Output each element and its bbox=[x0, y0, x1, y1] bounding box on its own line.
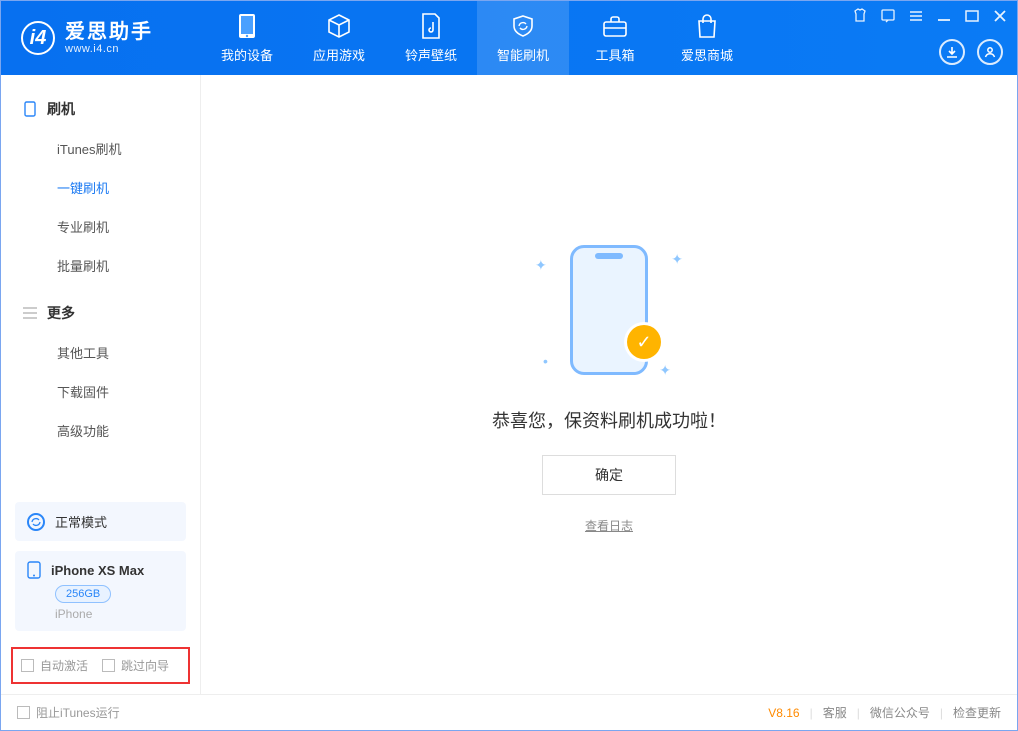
tab-label: 爱思商城 bbox=[681, 45, 733, 64]
tab-store[interactable]: 爱思商城 bbox=[661, 1, 753, 75]
success-message: 恭喜您，保资料刷机成功啦！ bbox=[492, 407, 726, 433]
checkbox-skip-guide[interactable]: 跳过向导 bbox=[102, 657, 169, 674]
music-file-icon bbox=[418, 13, 444, 39]
footer-right: V8.16 | 客服 | 微信公众号 | 检查更新 bbox=[768, 704, 1001, 721]
title-bar: i4 爱思助手 www.i4.cn 我的设备 应用游戏 铃声壁纸 智能刷机 bbox=[1, 1, 1017, 75]
sidebar-item-pro-flash[interactable]: 专业刷机 bbox=[1, 207, 200, 246]
separator: | bbox=[940, 706, 943, 720]
phone-small-icon bbox=[27, 561, 41, 579]
tab-my-device[interactable]: 我的设备 bbox=[201, 1, 293, 75]
header-actions bbox=[939, 39, 1003, 65]
success-check-icon: ✓ bbox=[627, 325, 661, 359]
device-mode-card[interactable]: 正常模式 bbox=[15, 502, 186, 541]
maximize-icon[interactable] bbox=[963, 7, 981, 25]
bag-icon bbox=[694, 13, 720, 39]
device-type: iPhone bbox=[55, 607, 174, 621]
checkbox-box-icon bbox=[21, 659, 34, 672]
tab-label: 应用游戏 bbox=[313, 45, 365, 64]
view-log-link[interactable]: 查看日志 bbox=[585, 517, 633, 534]
feedback-icon[interactable] bbox=[879, 7, 897, 25]
footer-link-update[interactable]: 检查更新 bbox=[953, 704, 1001, 721]
logo-text: 爱思助手 www.i4.cn bbox=[65, 21, 153, 55]
tab-ringtones-wallpapers[interactable]: 铃声壁纸 bbox=[385, 1, 477, 75]
sidebar-item-advanced[interactable]: 高级功能 bbox=[1, 411, 200, 450]
checkbox-label: 跳过向导 bbox=[121, 657, 169, 674]
close-icon[interactable] bbox=[991, 7, 1009, 25]
ok-button[interactable]: 确定 bbox=[542, 455, 676, 495]
tab-apps-games[interactable]: 应用游戏 bbox=[293, 1, 385, 75]
sidebar-item-itunes-flash[interactable]: iTunes刷机 bbox=[1, 129, 200, 168]
footer-link-wechat[interactable]: 微信公众号 bbox=[870, 704, 930, 721]
device-mode-label: 正常模式 bbox=[55, 512, 107, 531]
refresh-shield-icon bbox=[510, 13, 536, 39]
tab-toolbox[interactable]: 工具箱 bbox=[569, 1, 661, 75]
nav-group-flash: 刷机 iTunes刷机 一键刷机 专业刷机 批量刷机 bbox=[1, 89, 200, 285]
nav-group-header: 更多 bbox=[1, 293, 200, 333]
skin-icon[interactable] bbox=[851, 7, 869, 25]
device-card[interactable]: iPhone XS Max 256GB iPhone bbox=[15, 551, 186, 631]
checkbox-block-itunes[interactable]: 阻止iTunes运行 bbox=[17, 704, 120, 721]
sync-icon bbox=[27, 513, 45, 531]
sparkle-icon: ✦ bbox=[535, 257, 547, 274]
window-controls bbox=[851, 7, 1009, 25]
tab-label: 铃声壁纸 bbox=[405, 45, 457, 64]
status-bar: 阻止iTunes运行 V8.16 | 客服 | 微信公众号 | 检查更新 bbox=[1, 694, 1017, 730]
separator: | bbox=[810, 706, 813, 720]
tab-label: 智能刷机 bbox=[497, 45, 549, 64]
sidebar-item-batch-flash[interactable]: 批量刷机 bbox=[1, 246, 200, 285]
app-domain: www.i4.cn bbox=[65, 43, 153, 55]
list-icon bbox=[23, 306, 37, 320]
checkbox-label: 自动激活 bbox=[40, 657, 88, 674]
device-storage-badge: 256GB bbox=[55, 585, 111, 603]
app-window: i4 爱思助手 www.i4.cn 我的设备 应用游戏 铃声壁纸 智能刷机 bbox=[0, 0, 1018, 731]
flash-options-highlighted: 自动激活 跳过向导 bbox=[11, 647, 190, 684]
main-tabs: 我的设备 应用游戏 铃声壁纸 智能刷机 工具箱 爱思商城 bbox=[201, 1, 753, 75]
sidebar-item-other-tools[interactable]: 其他工具 bbox=[1, 333, 200, 372]
sparkle-icon: ✦ bbox=[659, 362, 671, 379]
version-label: V8.16 bbox=[768, 706, 799, 720]
nav-group-title: 刷机 bbox=[47, 99, 75, 119]
device-icon bbox=[23, 102, 37, 116]
download-icon[interactable] bbox=[939, 39, 965, 65]
footer-link-support[interactable]: 客服 bbox=[823, 704, 847, 721]
sidebar: 刷机 iTunes刷机 一键刷机 专业刷机 批量刷机 更多 其他工具 下载固件 … bbox=[1, 75, 201, 694]
device-name: iPhone XS Max bbox=[51, 563, 144, 578]
sparkle-icon: • bbox=[543, 353, 548, 369]
sidebar-item-oneclick-flash[interactable]: 一键刷机 bbox=[1, 168, 200, 207]
checkbox-box-icon bbox=[102, 659, 115, 672]
nav-group-title: 更多 bbox=[47, 303, 75, 323]
toolbox-icon bbox=[602, 13, 628, 39]
tab-label: 工具箱 bbox=[595, 45, 634, 64]
checkbox-box-icon bbox=[17, 706, 30, 719]
user-icon[interactable] bbox=[977, 39, 1003, 65]
sparkle-icon: ✦ bbox=[671, 251, 683, 268]
app-body: 刷机 iTunes刷机 一键刷机 专业刷机 批量刷机 更多 其他工具 下载固件 … bbox=[1, 75, 1017, 694]
minimize-icon[interactable] bbox=[935, 7, 953, 25]
sidebar-nav: 刷机 iTunes刷机 一键刷机 专业刷机 批量刷机 更多 其他工具 下载固件 … bbox=[1, 75, 200, 496]
menu-icon[interactable] bbox=[907, 7, 925, 25]
sidebar-item-download-firmware[interactable]: 下载固件 bbox=[1, 372, 200, 411]
nav-group-header: 刷机 bbox=[1, 89, 200, 129]
tab-smart-flash[interactable]: 智能刷机 bbox=[477, 1, 569, 75]
separator: | bbox=[857, 706, 860, 720]
main-content: ✦ ✦ • ✦ ✓ 恭喜您，保资料刷机成功啦！ 确定 查看日志 bbox=[201, 75, 1017, 694]
app-name: 爱思助手 bbox=[65, 21, 153, 43]
nav-group-more: 更多 其他工具 下载固件 高级功能 bbox=[1, 293, 200, 450]
checkbox-auto-activate[interactable]: 自动激活 bbox=[21, 657, 88, 674]
tab-label: 我的设备 bbox=[221, 45, 273, 64]
app-logo: i4 爱思助手 www.i4.cn bbox=[1, 21, 201, 55]
logo-icon: i4 bbox=[21, 21, 55, 55]
cube-icon bbox=[326, 13, 352, 39]
success-illustration: ✦ ✦ • ✦ ✓ bbox=[529, 235, 689, 385]
checkbox-label: 阻止iTunes运行 bbox=[36, 704, 120, 721]
phone-icon bbox=[234, 13, 260, 39]
footer-left: 阻止iTunes运行 bbox=[17, 704, 120, 721]
